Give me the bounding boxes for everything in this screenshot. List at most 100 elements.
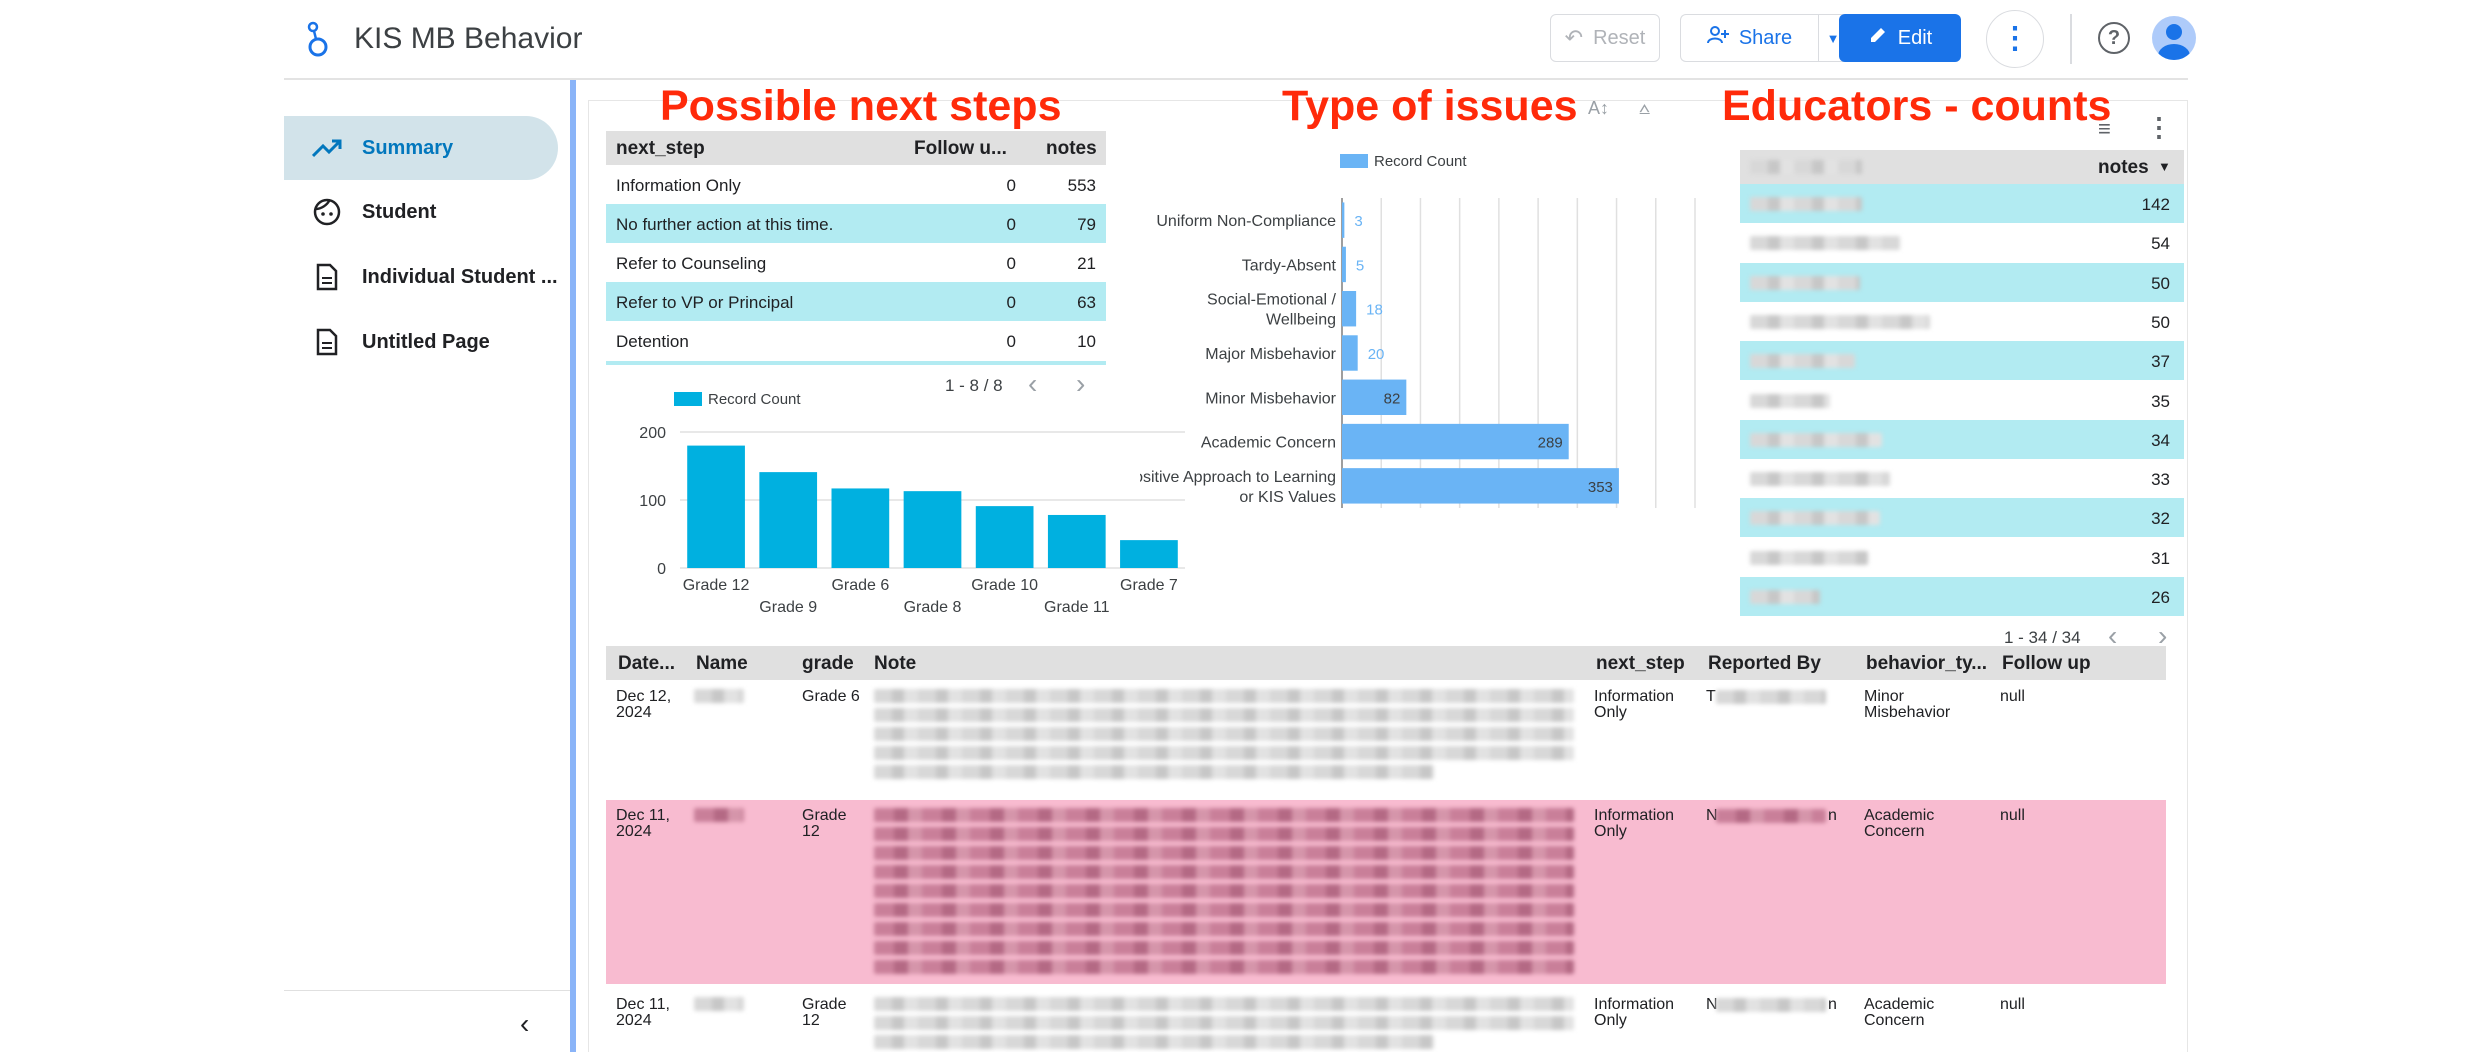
more-options-button[interactable]: ⋮ (1986, 10, 2044, 68)
table-row[interactable]: 31 (1740, 538, 2184, 577)
table-row[interactable]: Dec 12, 2024 Grade 6 Information Only T … (606, 681, 2166, 795)
notes-cell: 10 (1077, 332, 1096, 351)
column-header-follow-up[interactable]: Follow u... (914, 138, 1007, 160)
redacted-note-line (874, 1016, 1574, 1030)
table-bottom-border (606, 361, 1106, 365)
user-avatar[interactable] (2152, 16, 2196, 60)
y-tick-label: 0 (657, 561, 666, 578)
column-header-grade[interactable]: grade (802, 653, 854, 675)
notes-cell: 79 (1077, 215, 1096, 234)
y-tick-label: 100 (639, 493, 666, 510)
next-step-cell: Information Only (1594, 996, 1675, 1029)
table-row[interactable]: 37 (1740, 341, 2184, 381)
bar[interactable] (1342, 202, 1345, 238)
bar[interactable] (831, 488, 890, 568)
canvas-edge (570, 80, 576, 1052)
help-icon[interactable]: ? (2098, 22, 2130, 54)
data-label: 5 (1356, 257, 1364, 274)
bar[interactable] (1342, 291, 1357, 327)
column-header-notes[interactable]: notes (1046, 138, 1097, 160)
table-row[interactable]: 54 (1740, 223, 2184, 262)
table-row[interactable]: 33 (1740, 459, 2184, 498)
legend-label: Record Count (1374, 153, 1467, 170)
issue-type-bar-chart: Record Count 3 Uniform Non-Compliance 5 Tard… (1140, 153, 1696, 508)
bar[interactable] (1342, 468, 1619, 504)
sidebar-item-individual-student[interactable]: Individual Student ... (284, 245, 558, 309)
table-row[interactable]: 50 (1740, 302, 2184, 341)
follow-up-cell: 0 (1006, 176, 1016, 195)
sidebar-item-summary[interactable]: Summary (284, 116, 558, 180)
table-row[interactable]: 26 (1740, 577, 2184, 616)
column-header-reported-by[interactable]: Reported By (1708, 653, 1821, 675)
table-row[interactable]: No further action at this time. 0 79 (606, 204, 1106, 243)
column-header-note[interactable]: Note (874, 653, 916, 675)
column-header-next-step[interactable]: next_step (616, 138, 705, 160)
bar[interactable] (1342, 423, 1569, 460)
notes-count-cell: 31 (2151, 548, 2170, 568)
legend-swatch (674, 392, 702, 406)
share-label: Share (1738, 26, 1793, 49)
column-header-behavior-type[interactable]: behavior_ty... (1866, 653, 1987, 675)
column-header-follow-up[interactable]: Follow up (2002, 653, 2091, 675)
table-row[interactable]: 50 (1740, 262, 2184, 302)
table-row[interactable]: Refer to VP or Principal 0 63 (606, 282, 1106, 321)
column-header-notes[interactable]: notes (2098, 157, 2149, 179)
filter-icon[interactable]: ≡ (2098, 116, 2111, 142)
bar[interactable] (1342, 246, 1346, 283)
date-cell: Dec 11, 2024 (616, 996, 670, 1029)
annotation-educators: Educators - counts (1722, 82, 2112, 130)
report-title[interactable]: KIS MB Behavior (354, 22, 582, 56)
sidebar-item-untitled-page[interactable]: Untitled Page (284, 310, 558, 374)
table-row[interactable]: 142 (1740, 184, 2184, 223)
column-header-name[interactable]: Name (696, 653, 748, 675)
redacted-note-line (874, 1035, 1434, 1049)
redacted-reporter (1716, 809, 1826, 823)
bar[interactable] (1047, 514, 1106, 568)
redacted-name (694, 689, 744, 703)
redacted-reporter (1716, 690, 1826, 704)
document-icon (312, 327, 342, 357)
follow-up-cell: null (2000, 688, 2025, 705)
x-tick-label: Grade 12 (683, 577, 750, 594)
annotation-next-steps: Possible next steps (660, 82, 1062, 130)
bar[interactable] (1342, 335, 1358, 371)
table-row[interactable]: 34 (1740, 419, 2184, 459)
reset-button[interactable]: ↶ Reset (1550, 14, 1660, 62)
grade-cell: Grade 6 (802, 688, 860, 705)
data-label: 353 (1588, 479, 1613, 496)
bar[interactable] (759, 472, 818, 568)
sort-desc-icon[interactable]: ▼ (2158, 159, 2171, 174)
bar[interactable] (687, 445, 745, 568)
table-row[interactable]: Dec 11, 2024 Grade 12 Information Only N… (606, 800, 2166, 984)
redacted-note-line (874, 997, 1574, 1011)
document-icon (312, 262, 342, 292)
table-row[interactable]: Information Only 0 553 (606, 165, 1106, 204)
sidebar-item-student[interactable]: Student (284, 180, 558, 244)
follow-up-cell: null (2000, 807, 2025, 824)
data-label: 289 (1538, 435, 1563, 452)
y-tick-label: Positive Approach to Learning or KIS Valu… (1140, 469, 1336, 506)
collapse-sidebar-icon[interactable]: ‹ (520, 1010, 529, 1038)
column-header-date[interactable]: Date... (618, 653, 675, 675)
looker-studio-logo-icon[interactable] (305, 20, 331, 60)
next-steps-table-header: next_step Follow u... notes (606, 131, 1106, 165)
table-row[interactable]: 35 (1740, 381, 2184, 420)
redacted-note-line (874, 922, 1574, 936)
table-row[interactable]: Dec 11, 2024 Grade 12 Information Only N… (606, 989, 2166, 1052)
redacted-educator-name (1750, 393, 1830, 408)
more-vert-icon[interactable]: ⋮ (2146, 112, 2172, 143)
table-row[interactable]: Refer to Counseling 0 21 (606, 243, 1106, 282)
edit-button[interactable]: Edit (1839, 14, 1961, 62)
bar[interactable] (903, 491, 962, 568)
bar[interactable] (1120, 540, 1178, 568)
redacted-note-line (874, 960, 1574, 974)
notes-count-cell: 32 (2151, 509, 2170, 529)
redacted-educator-name (1750, 354, 1855, 369)
share-button[interactable]: Share (1680, 14, 1818, 62)
table-row[interactable]: Detention 0 10 (606, 321, 1106, 360)
redacted-educator-name (1750, 236, 1900, 251)
table-row[interactable]: 32 (1740, 498, 2184, 538)
column-header-next-step[interactable]: next_step (1596, 653, 1685, 675)
sidebar-item-label: Student (362, 200, 437, 223)
bar[interactable] (975, 506, 1034, 568)
